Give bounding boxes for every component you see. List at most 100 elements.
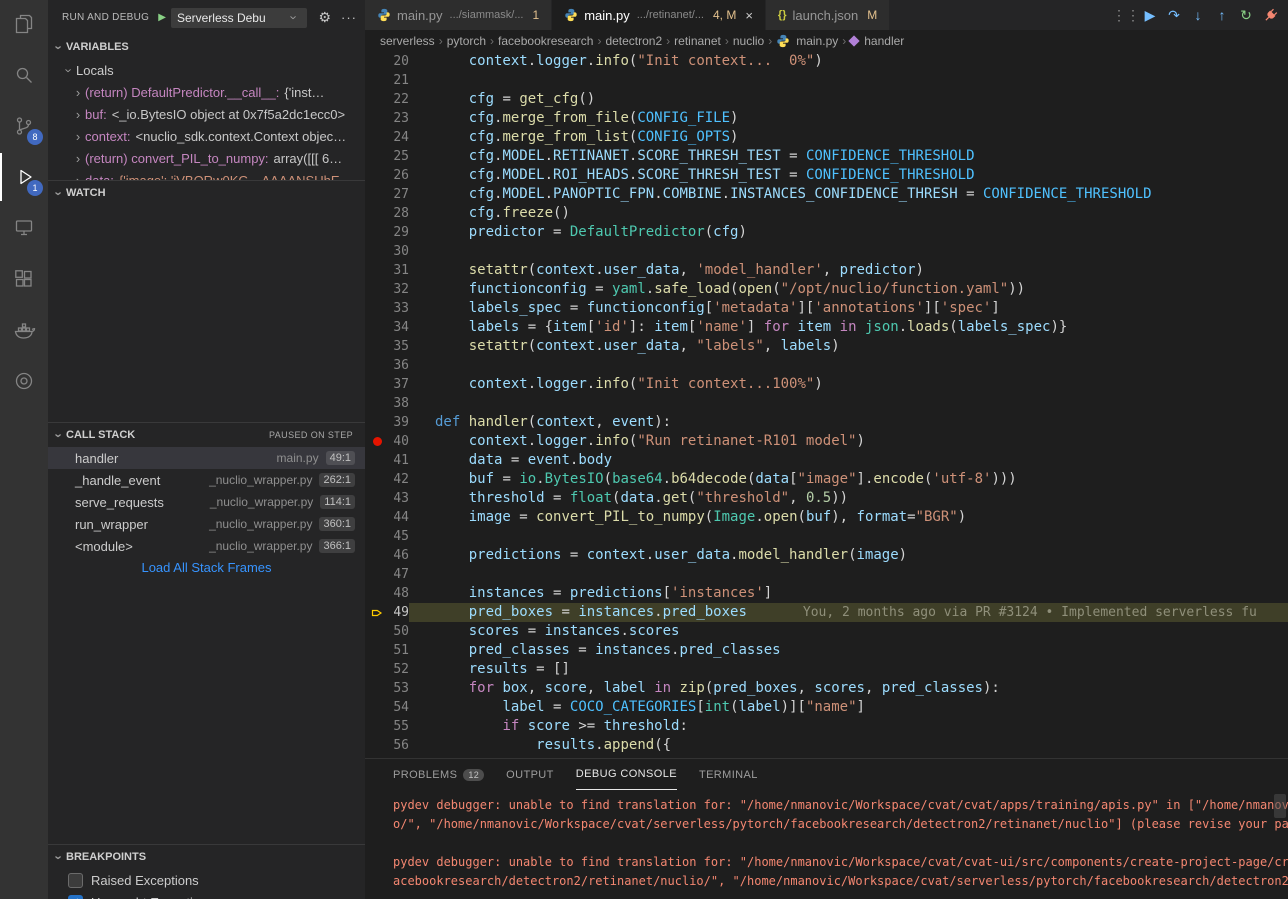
- gutter-glyph[interactable]: [365, 204, 389, 223]
- code-line-25[interactable]: 25 cfg.MODEL.RETINANET.SCORE_THRESH_TEST…: [365, 147, 1288, 166]
- gutter-glyph[interactable]: [365, 280, 389, 299]
- code-line-35[interactable]: 35 setattr(context.user_data, "labels", …: [365, 337, 1288, 356]
- step-over-icon[interactable]: ↷: [1162, 3, 1186, 27]
- gutter-glyph[interactable]: [365, 337, 389, 356]
- breadcrumb-item[interactable]: serverless: [380, 34, 435, 48]
- breakpoint-icon[interactable]: [373, 437, 382, 446]
- code-line-23[interactable]: 23 cfg.merge_from_file(CONFIG_FILE): [365, 109, 1288, 128]
- breadcrumb-item[interactable]: retinanet: [674, 34, 721, 48]
- gutter-glyph[interactable]: [365, 109, 389, 128]
- step-into-icon[interactable]: ↓: [1186, 3, 1210, 27]
- code-line-46[interactable]: 46 predictions = context.user_data.model…: [365, 546, 1288, 565]
- gutter-glyph[interactable]: [365, 242, 389, 261]
- variable-row[interactable]: ›context:<nuclio_sdk.context.Context obj…: [48, 125, 365, 147]
- scrollbar-thumb[interactable]: [1274, 794, 1286, 818]
- gutter-glyph[interactable]: [365, 432, 389, 451]
- gutter-glyph[interactable]: [365, 52, 389, 71]
- code-line-27[interactable]: 27 cfg.MODEL.PANOPTIC_FPN.COMBINE.INSTAN…: [365, 185, 1288, 204]
- gripper-icon[interactable]: ⋮⋮: [1114, 3, 1138, 27]
- tab-main.py[interactable]: main.py.../retinanet/...4, M×: [552, 0, 765, 30]
- breadcrumb-item[interactable]: main.py: [776, 34, 838, 48]
- panel-tab-terminal[interactable]: TERMINAL: [699, 759, 758, 790]
- watch-section-header[interactable]: › WATCH: [48, 181, 365, 205]
- code-line-48[interactable]: 48 instances = predictions['instances']: [365, 584, 1288, 603]
- code-line-50[interactable]: 50 scores = instances.scores: [365, 622, 1288, 641]
- panel-tab-output[interactable]: OUTPUT: [506, 759, 554, 790]
- code-line-28[interactable]: 28 cfg.freeze(): [365, 204, 1288, 223]
- activity-source-control[interactable]: 8: [0, 102, 48, 150]
- gutter-glyph[interactable]: [365, 356, 389, 375]
- activity-docker[interactable]: [0, 306, 48, 354]
- variables-section-header[interactable]: › VARIABLES: [48, 35, 365, 59]
- gutter-glyph[interactable]: [365, 698, 389, 717]
- checkbox[interactable]: [68, 873, 83, 888]
- gutter-glyph[interactable]: [365, 679, 389, 698]
- gutter-glyph[interactable]: [365, 546, 389, 565]
- step-out-icon[interactable]: ↑: [1210, 3, 1234, 27]
- call-stack-section-header[interactable]: › CALL STACK PAUSED ON STEP: [48, 423, 365, 447]
- gutter-glyph[interactable]: [365, 128, 389, 147]
- variable-row[interactable]: ›(return) convert_PIL_to_numpy:array([[[…: [48, 147, 365, 169]
- gutter-glyph[interactable]: [365, 413, 389, 432]
- stack-frame[interactable]: serve_requests_nuclio_wrapper.py114:1: [48, 491, 365, 513]
- activity-extensions[interactable]: [0, 255, 48, 303]
- tab-launch.json[interactable]: {}launch.jsonM: [766, 0, 889, 30]
- gutter-glyph[interactable]: [365, 261, 389, 280]
- panel-tab-problems[interactable]: PROBLEMS12: [393, 759, 484, 790]
- gutter-glyph[interactable]: [365, 565, 389, 584]
- code-line-44[interactable]: 44 image = convert_PIL_to_numpy(Image.op…: [365, 508, 1288, 527]
- breadcrumb-item[interactable]: handler: [850, 34, 904, 48]
- code-line-20[interactable]: 20 context.logger.info("Init context... …: [365, 52, 1288, 71]
- code-line-26[interactable]: 26 cfg.MODEL.ROI_HEADS.SCORE_THRESH_TEST…: [365, 166, 1288, 185]
- stack-frame[interactable]: _handle_event_nuclio_wrapper.py262:1: [48, 469, 365, 491]
- code-line-43[interactable]: 43 threshold = float(data.get("threshold…: [365, 489, 1288, 508]
- activity-explorer[interactable]: [0, 0, 48, 48]
- gutter-glyph[interactable]: [365, 508, 389, 527]
- load-all-stack-frames-link[interactable]: Load All Stack Frames: [48, 560, 365, 575]
- variable-row[interactable]: ›(return) DefaultPredictor.__call__:{'in…: [48, 81, 365, 103]
- code-line-40[interactable]: 40 context.logger.info("Run retinanet-R1…: [365, 432, 1288, 451]
- close-icon[interactable]: ×: [745, 8, 753, 23]
- gutter-glyph[interactable]: [365, 223, 389, 242]
- gear-icon[interactable]: ⚙: [318, 9, 331, 26]
- more-actions-icon[interactable]: ···: [341, 10, 357, 25]
- restart-icon[interactable]: ↻: [1234, 3, 1258, 27]
- checkbox[interactable]: ✓: [68, 895, 83, 899]
- activity-tool-circle[interactable]: [0, 357, 48, 405]
- code-line-55[interactable]: 55 if score >= threshold:: [365, 717, 1288, 736]
- variable-row[interactable]: ›buf:<_io.BytesIO object at 0x7f5a2dc1ec…: [48, 103, 365, 125]
- breadcrumb-item[interactable]: nuclio: [733, 34, 764, 48]
- gutter-glyph[interactable]: [365, 717, 389, 736]
- debug-console-output[interactable]: pydev debugger: unable to find translati…: [365, 790, 1288, 899]
- code-line-37[interactable]: 37 context.logger.info("Init context...1…: [365, 375, 1288, 394]
- stack-frame[interactable]: handlermain.py49:1: [48, 447, 365, 469]
- breadcrumb-item[interactable]: facebookresearch: [498, 34, 593, 48]
- code-line-34[interactable]: 34 labels = {item['id']: item['name'] fo…: [365, 318, 1288, 337]
- gutter-glyph[interactable]: [365, 622, 389, 641]
- gutter-glyph[interactable]: [365, 641, 389, 660]
- gutter-glyph[interactable]: [365, 527, 389, 546]
- code-line-53[interactable]: 53 for box, score, label in zip(pred_box…: [365, 679, 1288, 698]
- code-line-31[interactable]: 31 setattr(context.user_data, 'model_han…: [365, 261, 1288, 280]
- gutter-glyph[interactable]: [365, 394, 389, 413]
- gutter-glyph[interactable]: [365, 90, 389, 109]
- breakpoint-item[interactable]: ✓Uncaught Exceptions: [48, 891, 365, 899]
- gutter-glyph[interactable]: [365, 736, 389, 755]
- code-line-36[interactable]: 36: [365, 356, 1288, 375]
- code-line-47[interactable]: 47: [365, 565, 1288, 584]
- scope-locals[interactable]: › Locals: [48, 59, 365, 81]
- code-line-38[interactable]: 38: [365, 394, 1288, 413]
- stack-frame[interactable]: run_wrapper_nuclio_wrapper.py360:1: [48, 513, 365, 535]
- code-line-45[interactable]: 45: [365, 527, 1288, 546]
- code-line-21[interactable]: 21: [365, 71, 1288, 90]
- code-line-30[interactable]: 30: [365, 242, 1288, 261]
- disconnect-icon[interactable]: [1258, 3, 1282, 27]
- code-line-29[interactable]: 29 predictor = DefaultPredictor(cfg): [365, 223, 1288, 242]
- gutter-glyph[interactable]: [365, 451, 389, 470]
- code-line-52[interactable]: 52 results = []: [365, 660, 1288, 679]
- breakpoint-item[interactable]: Raised Exceptions: [48, 869, 365, 891]
- start-debugging-icon[interactable]: ▶: [158, 12, 166, 23]
- debug-config-dropdown[interactable]: Serverless Debu ›: [171, 8, 307, 28]
- code-line-22[interactable]: 22 cfg = get_cfg(): [365, 90, 1288, 109]
- code-line-56[interactable]: 56 results.append({: [365, 736, 1288, 755]
